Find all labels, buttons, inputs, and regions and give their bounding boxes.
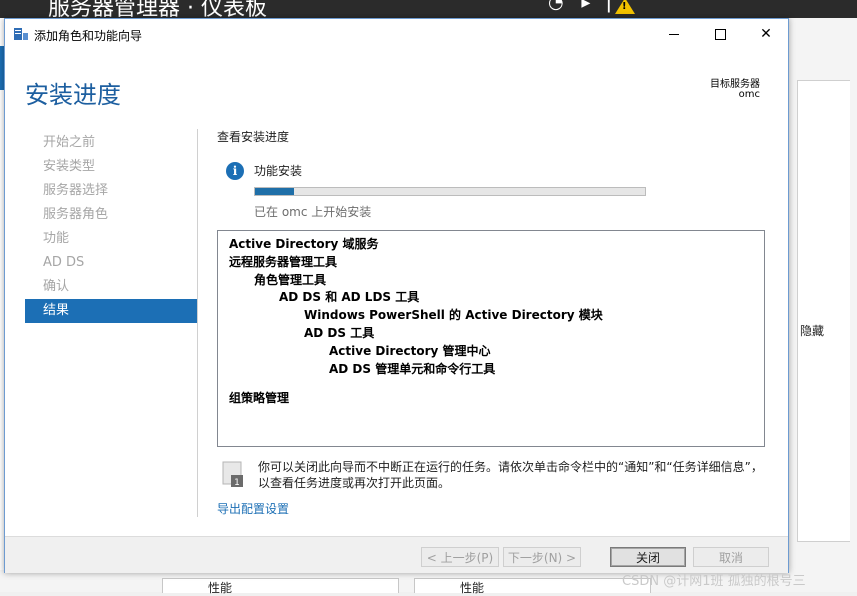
result-item: AD DS 工具 [304, 326, 375, 340]
progress-fill [255, 188, 294, 195]
nav-item-results[interactable]: 结果 [25, 299, 197, 323]
nav-divider [197, 129, 198, 517]
performance-tile[interactable]: 性能 [414, 578, 651, 595]
previous-button[interactable]: < 上一步(P) [421, 547, 499, 567]
export-config-link[interactable]: 导出配置设置 [217, 500, 289, 517]
server-manager-title: 服务器管理器 · 仪表板 [48, 0, 267, 18]
result-item: 远程服务器管理工具 [229, 255, 338, 269]
info-icon: i [226, 162, 244, 180]
close-button[interactable]: 关闭 [610, 547, 686, 567]
next-button[interactable]: 下一步(N) > [503, 547, 581, 567]
result-item: 角色管理工具 [254, 273, 327, 287]
results-list[interactable]: Active Directory 域服务 远程服务器管理工具 角色管理工具 AD… [217, 230, 765, 447]
notification-flag-icon: 1 [222, 461, 243, 488]
wizard-nav: 开始之前 安装类型 服务器选择 服务器角色 功能 AD DS 确认 结果 [25, 131, 197, 323]
install-status-text: 已在 omc 上开始安装 [254, 205, 372, 219]
watermark: CSDN @计网1班 孤独的根号三 [622, 574, 806, 589]
cancel-button[interactable]: 取消 [693, 547, 769, 567]
maximize-button[interactable] [697, 19, 743, 49]
result-item: Windows PowerShell 的 Active Directory 模块 [304, 308, 603, 322]
notification-badge: 1 [234, 478, 240, 488]
nav-item-features[interactable]: 功能 [25, 227, 197, 251]
nav-item-installation-type[interactable]: 安装类型 [25, 155, 197, 179]
close-window-button[interactable]: ✕ [743, 19, 789, 49]
result-item: Active Directory 管理中心 [329, 344, 491, 358]
content-title: 查看安装进度 [217, 130, 290, 144]
result-item: Active Directory 域服务 [229, 237, 379, 251]
close-icon: ✕ [760, 26, 772, 42]
nav-item-server-roles[interactable]: 服务器角色 [25, 203, 197, 227]
nav-item-server-selection[interactable]: 服务器选择 [25, 179, 197, 203]
page-title: 安装进度 [25, 81, 121, 109]
nav-item-ad-ds[interactable]: AD DS [25, 251, 197, 275]
performance-label: 性能 [208, 581, 233, 595]
minimize-button[interactable] [651, 19, 697, 49]
target-server-label: 目标服务器 [710, 79, 760, 90]
hide-link[interactable]: 隐藏 [800, 322, 824, 339]
nav-item-before-you-begin[interactable]: 开始之前 [25, 131, 197, 155]
maximize-icon [714, 28, 726, 40]
dialog-title: 添加角色和功能向导 [34, 29, 143, 43]
warning-icon[interactable]: ! [615, 0, 635, 14]
target-server-value: omc [738, 89, 760, 100]
feature-install-label: 功能安装 [254, 164, 303, 178]
dialog-titlebar[interactable]: 添加角色和功能向导 ✕ [5, 19, 788, 49]
server-manager-titlebar: 服务器管理器 · 仪表板 ◔ ▸ ▏ ! [0, 0, 857, 18]
nav-item-confirmation[interactable]: 确认 [25, 275, 197, 299]
result-item: AD DS 和 AD LDS 工具 [279, 290, 420, 304]
performance-tile[interactable]: 性能 [162, 578, 399, 595]
install-progress-bar [254, 187, 646, 196]
result-item: 组策略管理 [229, 391, 290, 405]
minimize-icon [669, 33, 679, 35]
result-item: AD DS 管理单元和命令行工具 [329, 362, 496, 376]
dashboard-tile [797, 80, 850, 542]
add-roles-wizard-dialog: 添加角色和功能向导 ✕ 安装进度 目标服务器 omc 开始之前 安装类型 服务器… [4, 18, 789, 573]
performance-label: 性能 [460, 581, 485, 595]
server-manager-icon [14, 28, 28, 40]
close-wizard-note: 你可以关闭此向导而不中断正在运行的任务。请依次单击命令栏中的“通知”和“任务详细… [258, 460, 763, 490]
dialog-footer: < 上一步(P) 下一步(N) > 关闭 取消 [5, 536, 788, 573]
